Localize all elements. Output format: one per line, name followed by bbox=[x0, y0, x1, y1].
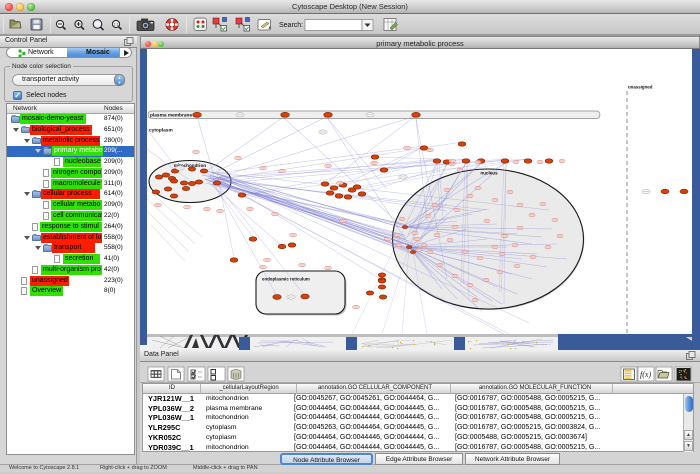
svg-text:1:1: 1:1 bbox=[114, 23, 119, 27]
svg-text:unassigned: unassigned bbox=[628, 85, 653, 90]
svg-text:nucleus: nucleus bbox=[480, 171, 498, 176]
svg-text:Search:: Search: bbox=[279, 22, 303, 29]
svg-text:cytoplasm: cytoplasm bbox=[149, 128, 173, 134]
svg-text:endoplasmic reticulum: endoplasmic reticulum bbox=[262, 277, 310, 282]
svg-text:f(x): f(x) bbox=[640, 370, 651, 379]
svg-text:plasma membrane: plasma membrane bbox=[150, 113, 192, 119]
